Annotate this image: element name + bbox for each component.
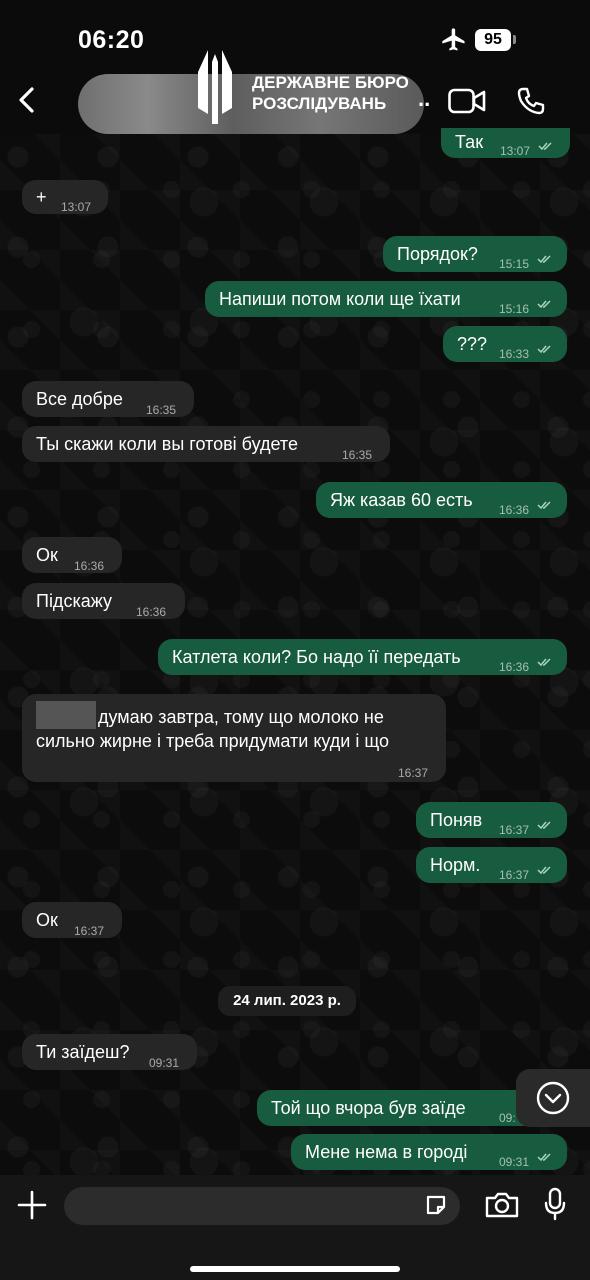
message-bubble-incoming[interactable]: Підскажу 16:36 [22,583,185,619]
message-text: Ок [36,910,58,930]
video-call-icon[interactable] [448,88,486,114]
message-time: 16:37 [398,766,429,780]
message-bubble-incoming[interactable]: Ти заїдеш? 09:31 [22,1034,197,1070]
message-time: 15:15 [499,257,530,271]
message-bubble-outgoing[interactable]: Порядок? 15:15 [383,236,567,272]
read-receipt-icon [538,142,552,151]
message-text: ??? [457,334,488,354]
chat-header: ДЕРЖАВНЕ БЮРО РОЗСЛІДУВАНЬ .. [0,50,590,134]
read-receipt-icon [537,300,551,309]
message-time: 16:36 [499,503,530,517]
contact-name[interactable]: ДЕРЖАВНЕ БЮРО РОЗСЛІДУВАНЬ [252,72,409,114]
message-time: 13:07 [500,144,531,158]
message-text: Ок [36,545,58,565]
message-text: Порядок? [397,244,478,264]
voice-call-icon[interactable] [516,86,546,116]
message-text: думаю завтра, тому що молоко не [98,706,384,727]
message-time: 16:33 [499,347,530,361]
message-time: 16:35 [146,403,177,417]
message-bubble-outgoing[interactable]: Поняв 16:37 [416,802,567,838]
message-text: Все добре [36,389,123,409]
scroll-to-bottom-button[interactable] [516,1069,590,1127]
read-receipt-icon [537,866,551,875]
message-bubble-incoming[interactable]: Ок 16:36 [22,537,122,573]
message-text: Норм. [430,855,481,875]
message-text: Катлета коли? Бо надо її передать [172,647,461,667]
composer-bar [0,1175,590,1280]
message-bubble-outgoing[interactable]: Катлета коли? Бо надо її передать 16:36 [158,639,567,675]
status-time: 06:20 [78,26,145,54]
message-text: Ти заїдеш? [36,1042,130,1062]
message-bubble-incoming[interactable]: + 13:07 [22,180,108,214]
read-receipt-icon [537,658,551,667]
chevron-down-circle-icon [536,1081,570,1115]
contact-name-line1: ДЕРЖАВНЕ БЮРО [252,73,409,92]
plus-icon[interactable] [16,1189,48,1221]
message-bubble-outgoing[interactable]: Яж казав 60 есть 16:36 [316,482,567,518]
message-time: 16:36 [74,559,105,573]
message-time: 13:07 [61,200,92,214]
battery-indicator: 95 [475,29,511,51]
message-text: Підскажу [36,591,112,611]
message-bubble-outgoing[interactable]: Мене нема в городі 09:31 [291,1134,567,1170]
contact-name-line2: РОЗСЛІДУВАНЬ [252,94,387,113]
message-text: Ты скажи коли вы готові будете [36,434,298,454]
message-time: 09:31 [149,1056,180,1070]
message-time: 09: [499,1111,516,1125]
microphone-icon[interactable] [544,1187,566,1221]
message-time: 16:37 [499,868,530,882]
message-time: 16:36 [136,605,167,619]
message-bubble-outgoing[interactable]: Так 13:07 [441,128,570,158]
message-time: 16:36 [499,660,530,674]
message-text: Поняв [430,810,483,830]
message-text: Яж казав 60 есть [330,490,473,510]
message-bubble-outgoing[interactable]: Норм. 16:37 [416,847,567,883]
message-text: + [36,187,47,207]
message-time: 15:16 [499,302,530,316]
message-input[interactable] [64,1187,460,1225]
message-time: 09:31 [499,1155,530,1169]
camera-icon[interactable] [484,1191,520,1219]
message-bubble-incoming[interactable]: Ты скажи коли вы готові будете 16:35 [22,426,390,462]
message-text: Мене нема в городі [305,1142,468,1162]
back-arrow-icon[interactable] [14,86,42,114]
message-text: Напиши потом коли ще їхати [219,289,461,309]
message-bubble-incoming[interactable]: Все добре 16:35 [22,381,194,417]
message-bubble-incoming[interactable]: думаю завтра, тому що молоко не сильно ж… [22,694,446,782]
message-text: Той що вчора був заїде [271,1098,466,1118]
message-time: 16:35 [342,448,373,462]
airplane-mode-icon [442,28,465,51]
read-receipt-icon [537,1153,551,1162]
redacted-name [36,701,96,729]
message-text-line2: сильно жирне і треба придумати куди і що [36,731,389,751]
read-receipt-icon [537,345,551,354]
message-bubble-outgoing[interactable]: ??? 16:33 [443,326,567,362]
read-receipt-icon [537,821,551,830]
message-bubble-incoming[interactable]: Ок 16:37 [22,902,122,938]
dbr-logo-icon [198,50,232,124]
read-receipt-icon [537,501,551,510]
sticker-icon[interactable] [424,1193,448,1217]
message-time: 16:37 [499,823,530,837]
battery-tip [513,35,516,44]
name-truncation: .. [418,86,431,111]
home-indicator[interactable] [190,1266,400,1272]
message-bubble-outgoing[interactable]: Напиши потом коли ще їхати 15:16 [205,281,567,317]
date-separator: 24 лип. 2023 р. [218,986,356,1016]
message-time: 16:37 [74,924,105,938]
message-text: Так [455,132,484,152]
read-receipt-icon [537,255,551,264]
